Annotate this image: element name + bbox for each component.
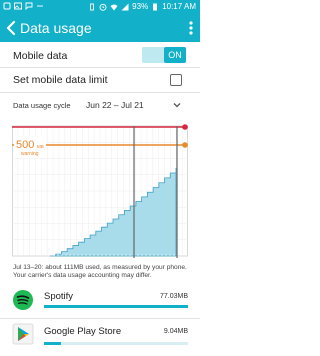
app-name: Spotify (44, 291, 74, 302)
app-name: Google Play Store (44, 326, 122, 337)
limit-handle[interactable] (182, 124, 188, 130)
status-left-icons (3, 2, 44, 10)
warning-handle[interactable] (182, 142, 188, 148)
page-title: Data usage (20, 20, 92, 36)
app-bar: Data usage (0, 14, 200, 42)
usage-cycle-label: Data usage cycle (13, 101, 71, 110)
divider (0, 318, 200, 319)
data-usage-chart[interactable]: 500 MB warning (12, 124, 188, 258)
battery-icon (153, 3, 158, 10)
dots-icon (37, 5, 43, 7)
app-size: 77.03MB (159, 293, 188, 300)
data-limit-row[interactable]: Set mobile data limit (0, 69, 200, 91)
warning-text: warning (21, 151, 39, 157)
mobile-data-label: Mobile data (13, 50, 68, 62)
app-usage-item[interactable]: Google Play Store 9.04MB (0, 320, 200, 350)
app-usage-item[interactable]: Spotify 77.03MB (0, 287, 200, 317)
battery-percent: 93% (132, 2, 149, 11)
mobile-data-toggle[interactable]: ON (142, 47, 186, 63)
notification-icon (3, 2, 11, 10)
back-arrow-icon[interactable] (2, 18, 22, 38)
wifi-icon (110, 4, 118, 10)
data-limit-label: Set mobile data limit (13, 74, 108, 86)
divider (0, 67, 200, 68)
usage-note: Jul 13–20: about 111MB used, as measured… (13, 264, 187, 279)
play-store-icon (12, 323, 34, 345)
app-size: 9.04MB (163, 328, 188, 335)
usage-bar-fill (44, 305, 188, 308)
usage-cycle-value[interactable]: Jun 22 – Jul 21 (86, 100, 144, 110)
signal-icon (121, 3, 129, 10)
clock: 10:17 AM (162, 2, 196, 11)
toggle-on-label: ON (164, 47, 186, 63)
status-right-icons: 93% 10:17 AM (88, 2, 196, 11)
image-icon (14, 2, 22, 10)
spotify-icon (13, 290, 33, 310)
status-bar: 93% 10:17 AM (0, 0, 200, 14)
divider (0, 92, 200, 93)
more-options-icon[interactable] (184, 18, 198, 38)
vibrate-icon (90, 3, 95, 10)
chevron-down-icon[interactable] (172, 100, 182, 110)
usage-bar (44, 342, 188, 345)
alarm-icon (99, 3, 107, 11)
data-limit-checkbox[interactable] (170, 74, 182, 86)
usage-cycle-row[interactable]: Data usage cycle Jun 22 – Jul 21 (0, 94, 200, 116)
chat-icon (25, 2, 33, 10)
usage-bar-fill (44, 342, 62, 345)
mobile-data-row[interactable]: Mobile data ON (0, 44, 200, 66)
warning-value: 500 (16, 139, 34, 151)
warning-unit: MB (37, 144, 44, 149)
usage-bar (44, 305, 188, 308)
